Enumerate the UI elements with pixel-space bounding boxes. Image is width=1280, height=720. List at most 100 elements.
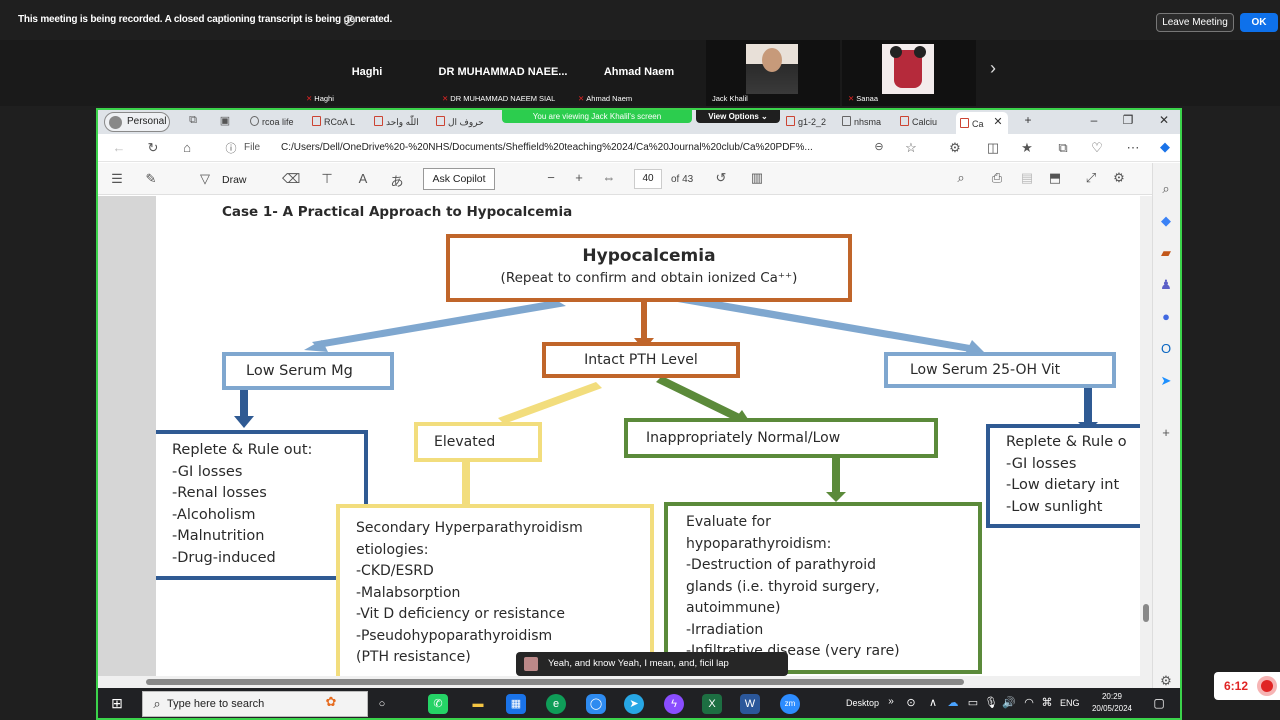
- contents-icon[interactable]: ☰: [108, 171, 126, 187]
- tab-actions-icon[interactable]: ▣: [216, 114, 234, 127]
- tag-icon[interactable]: ◆: [1157, 213, 1175, 229]
- favorite-star-icon[interactable]: ☆: [902, 140, 920, 156]
- messenger-icon[interactable]: ϟ: [664, 694, 684, 714]
- whatsapp-icon[interactable]: ✆: [428, 694, 448, 714]
- leave-meeting-button[interactable]: Leave Meeting: [1156, 13, 1234, 32]
- tray-icon[interactable]: ⊙: [902, 696, 920, 709]
- ok-button[interactable]: OK: [1240, 13, 1278, 32]
- draw-button[interactable]: Draw: [222, 174, 247, 186]
- microphone-icon[interactable]: 🎙: [982, 696, 1000, 709]
- vertical-scroll-thumb[interactable]: [1143, 604, 1149, 622]
- split-screen-icon[interactable]: ◫: [984, 140, 1002, 156]
- volume-icon[interactable]: 🔊: [1000, 696, 1018, 709]
- participant-tile[interactable]: Ahmad Naem ✕ Ahmad Naem: [572, 40, 706, 106]
- zoom-out-icon[interactable]: −: [542, 170, 560, 185]
- browser-tab[interactable]: g1-2_2: [786, 112, 838, 132]
- participant-tile[interactable]: DR MUHAMMAD NAEE... ✕ DR MUHAMMAD NAEEM S…: [436, 40, 570, 106]
- notifications-icon[interactable]: ▢: [1150, 696, 1168, 710]
- search-highlight-icon[interactable]: ✿: [322, 694, 340, 710]
- translate-icon[interactable]: あ: [388, 171, 406, 190]
- favorites-icon[interactable]: ★: [1018, 140, 1036, 156]
- highlight-icon[interactable]: ✎: [142, 171, 160, 187]
- collections-icon[interactable]: ⧉: [1054, 140, 1072, 156]
- language-indicator[interactable]: ENG: [1060, 698, 1080, 708]
- word-icon[interactable]: W: [740, 694, 760, 714]
- browser-tab[interactable]: RCoA L: [312, 112, 370, 132]
- profile-button[interactable]: Personal: [104, 112, 170, 132]
- url-field[interactable]: C:/Users/Dell/OneDrive%20-%20NHS/Documen…: [281, 142, 861, 153]
- outlook-icon[interactable]: O: [1157, 341, 1175, 356]
- extensions-icon[interactable]: ⚙: [946, 140, 964, 156]
- read-aloud-icon[interactable]: A: [354, 171, 372, 186]
- browser-tab[interactable]: nhsma: [842, 112, 898, 132]
- network-icon[interactable]: ⌘: [1038, 696, 1056, 709]
- save-as-icon[interactable]: ⬒: [1046, 170, 1064, 186]
- home-icon[interactable]: ⌂: [178, 140, 196, 155]
- search-icon[interactable]: ⌕: [1157, 181, 1175, 197]
- record-icon[interactable]: [1257, 676, 1277, 696]
- browser-tab[interactable]: حروف ال: [436, 112, 494, 132]
- close-tab-icon[interactable]: ✕: [988, 115, 1008, 128]
- edge-icon[interactable]: e: [546, 694, 566, 714]
- refresh-icon[interactable]: ↻: [144, 140, 162, 156]
- page-view-icon[interactable]: ▥: [748, 170, 766, 186]
- close-window-icon[interactable]: ✕: [1154, 113, 1174, 127]
- send-icon[interactable]: ➤: [1157, 373, 1175, 389]
- restore-icon[interactable]: ❐: [1118, 113, 1138, 127]
- file-explorer-icon[interactable]: ▬: [468, 694, 488, 714]
- games-icon[interactable]: ●: [1157, 309, 1175, 324]
- store-icon[interactable]: ▦: [506, 694, 526, 714]
- print-icon[interactable]: ⎙: [988, 170, 1006, 186]
- browser-tab[interactable]: Calciu: [900, 112, 954, 132]
- teams-icon[interactable]: ♟: [1157, 277, 1175, 293]
- page-number-input[interactable]: 40: [634, 169, 662, 189]
- fullscreen-icon[interactable]: ⤢: [1082, 170, 1100, 186]
- battery-icon[interactable]: ▭: [964, 696, 982, 709]
- desktop-toolbar[interactable]: Desktop: [846, 698, 879, 708]
- wifi-icon[interactable]: ◠: [1020, 696, 1038, 709]
- ask-copilot-button[interactable]: Ask Copilot: [423, 168, 495, 190]
- task-view-icon[interactable]: ○: [372, 694, 392, 714]
- search-icon[interactable]: ⌕: [952, 170, 970, 186]
- participant-tile[interactable]: ✕ Sanaa: [842, 40, 976, 106]
- info-icon[interactable]: i: [344, 15, 355, 26]
- avatar: [109, 116, 122, 129]
- horizontal-scroll-thumb[interactable]: [146, 679, 964, 685]
- toolbox-icon[interactable]: ▰: [1157, 245, 1175, 261]
- browser-tab[interactable]: rcoa life: [250, 112, 308, 132]
- add-icon[interactable]: +: [1157, 425, 1175, 440]
- more-menu-icon[interactable]: ⋯: [1124, 140, 1142, 156]
- zoom-icon[interactable]: ⊖: [870, 140, 888, 153]
- browser-tab[interactable]: اللّٰه واحد: [374, 112, 432, 132]
- info-icon[interactable]: ⓘ: [222, 140, 240, 156]
- workspaces-icon[interactable]: ⧉: [184, 114, 202, 127]
- draw-icon[interactable]: ▽: [196, 171, 214, 187]
- copilot-icon[interactable]: ◆: [1156, 139, 1174, 155]
- settings-icon[interactable]: ⚙: [1157, 673, 1175, 689]
- settings-icon[interactable]: ⚙: [1110, 170, 1128, 186]
- start-windows-icon[interactable]: ⊞: [108, 695, 126, 712]
- clock[interactable]: 20:29 20/05/2024: [1090, 691, 1134, 715]
- next-page-arrow-icon[interactable]: ›: [982, 52, 1004, 92]
- browser-essentials-icon[interactable]: ♡: [1088, 140, 1106, 156]
- participant-tile[interactable]: Haghi ✕ Haghi: [300, 40, 434, 106]
- zoom-app-icon[interactable]: zm: [780, 694, 800, 714]
- add-text-icon[interactable]: ⊤: [318, 171, 336, 187]
- chat-icon[interactable]: ◯: [586, 694, 606, 714]
- minimize-icon[interactable]: –: [1084, 113, 1104, 127]
- chevron-right-icon[interactable]: »: [882, 696, 900, 707]
- onedrive-icon[interactable]: ☁: [944, 696, 962, 709]
- back-icon[interactable]: ←: [110, 140, 128, 155]
- rotate-icon[interactable]: ↺: [712, 170, 730, 186]
- browser-tab-active[interactable]: Ca ✕: [956, 112, 1008, 134]
- zoom-in-icon[interactable]: +: [570, 170, 588, 185]
- excel-icon[interactable]: X: [702, 694, 722, 714]
- telegram-icon[interactable]: ➤: [624, 694, 644, 714]
- fit-page-icon[interactable]: ⇔: [600, 170, 618, 185]
- new-tab-icon[interactable]: +: [1018, 113, 1038, 127]
- view-options-button[interactable]: View Options ⌄: [696, 110, 780, 123]
- participant-tile[interactable]: Jack Khalil: [706, 40, 840, 106]
- eraser-icon[interactable]: ⌫: [282, 171, 300, 187]
- save-icon[interactable]: ▤: [1018, 170, 1036, 186]
- show-hidden-icon[interactable]: ∧: [924, 696, 942, 709]
